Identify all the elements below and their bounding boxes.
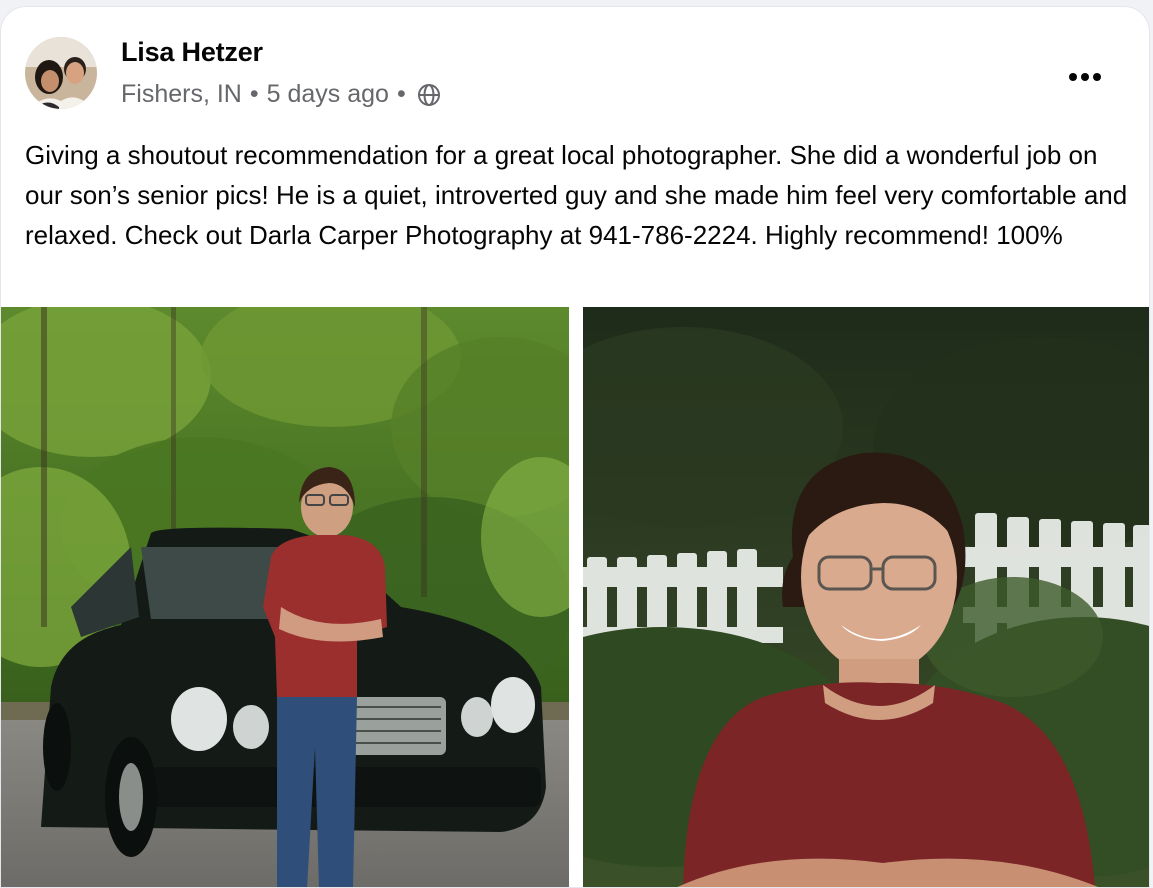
- globe-icon: [416, 82, 442, 108]
- author-avatar[interactable]: [25, 37, 97, 109]
- meta-separator: •: [249, 80, 259, 108]
- post-text: Giving a shoutout recommendation for a g…: [25, 140, 1128, 250]
- post-card: Lisa Hetzer Fishers, IN • 5 days ago • G…: [0, 6, 1150, 888]
- post-location[interactable]: Fishers, IN: [121, 80, 242, 109]
- post-timestamp[interactable]: 5 days ago: [267, 80, 389, 109]
- photo-car[interactable]: [1, 307, 569, 887]
- author-name[interactable]: Lisa Hetzer: [121, 37, 263, 68]
- post-photos: [1, 307, 1149, 887]
- more-options-icon[interactable]: [1063, 61, 1107, 93]
- photo-portrait[interactable]: [583, 307, 1149, 887]
- meta-separator: •: [396, 80, 406, 108]
- post-meta: Fishers, IN • 5 days ago •: [121, 80, 442, 109]
